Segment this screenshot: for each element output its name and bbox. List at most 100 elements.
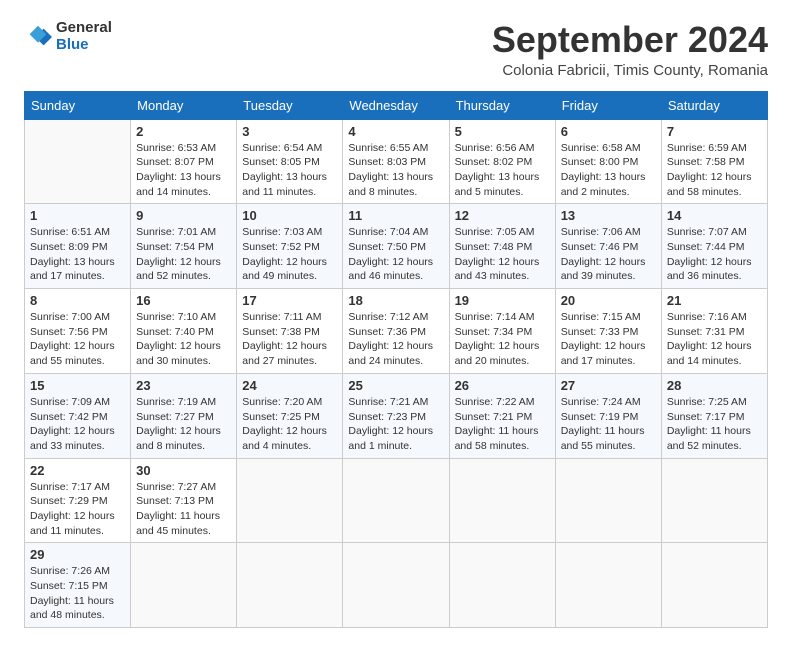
day-info: Sunrise: 7:10 AMSunset: 7:40 PMDaylight:…: [136, 310, 231, 369]
table-cell: 11 Sunrise: 7:04 AMSunset: 7:50 PMDaylig…: [343, 204, 449, 289]
day-info: Sunrise: 7:01 AMSunset: 7:54 PMDaylight:…: [136, 225, 231, 284]
day-info: Sunrise: 7:21 AMSunset: 7:23 PMDaylight:…: [348, 395, 443, 454]
table-cell: 1 Sunrise: 6:51 AMSunset: 8:09 PMDayligh…: [25, 204, 131, 289]
empty-cell: [449, 543, 555, 628]
day-info: Sunrise: 6:58 AMSunset: 8:00 PMDaylight:…: [561, 141, 656, 200]
location-subtitle: Colonia Fabricii, Timis County, Romania: [492, 62, 768, 79]
day-number: 21: [667, 293, 762, 308]
table-cell: 28 Sunrise: 7:25 AMSunset: 7:17 PMDaylig…: [661, 373, 767, 458]
table-cell: 7 Sunrise: 6:59 AMSunset: 7:58 PMDayligh…: [661, 119, 767, 204]
day-number: 19: [455, 293, 550, 308]
day-info: Sunrise: 7:11 AMSunset: 7:38 PMDaylight:…: [242, 310, 337, 369]
logo-text: General Blue: [56, 20, 112, 53]
table-row: 22 Sunrise: 7:17 AMSunset: 7:29 PMDaylig…: [25, 458, 768, 543]
day-number: 3: [242, 124, 337, 139]
table-cell: 24 Sunrise: 7:20 AMSunset: 7:25 PMDaylig…: [237, 373, 343, 458]
day-number: 8: [30, 293, 125, 308]
day-info: Sunrise: 6:54 AMSunset: 8:05 PMDaylight:…: [242, 141, 337, 200]
day-info: Sunrise: 6:59 AMSunset: 7:58 PMDaylight:…: [667, 141, 762, 200]
day-number: 14: [667, 208, 762, 223]
col-friday: Friday: [555, 91, 661, 119]
table-cell: 15 Sunrise: 7:09 AMSunset: 7:42 PMDaylig…: [25, 373, 131, 458]
day-info: Sunrise: 7:17 AMSunset: 7:29 PMDaylight:…: [30, 480, 125, 539]
day-number: 28: [667, 378, 762, 393]
day-number: 6: [561, 124, 656, 139]
table-cell: 19 Sunrise: 7:14 AMSunset: 7:34 PMDaylig…: [449, 289, 555, 374]
day-info: Sunrise: 7:24 AMSunset: 7:19 PMDaylight:…: [561, 395, 656, 454]
table-cell: 26 Sunrise: 7:22 AMSunset: 7:21 PMDaylig…: [449, 373, 555, 458]
day-number: 1: [30, 208, 125, 223]
table-cell: 8 Sunrise: 7:00 AMSunset: 7:56 PMDayligh…: [25, 289, 131, 374]
table-cell: 14 Sunrise: 7:07 AMSunset: 7:44 PMDaylig…: [661, 204, 767, 289]
table-cell: 29 Sunrise: 7:26 AMSunset: 7:15 PMDaylig…: [25, 543, 131, 628]
day-number: 24: [242, 378, 337, 393]
day-info: Sunrise: 7:14 AMSunset: 7:34 PMDaylight:…: [455, 310, 550, 369]
day-number: 13: [561, 208, 656, 223]
col-wednesday: Wednesday: [343, 91, 449, 119]
logo-icon: [24, 23, 52, 51]
logo-general: General: [56, 20, 112, 37]
table-cell: 9 Sunrise: 7:01 AMSunset: 7:54 PMDayligh…: [131, 204, 237, 289]
table-cell: 6 Sunrise: 6:58 AMSunset: 8:00 PMDayligh…: [555, 119, 661, 204]
empty-cell: [555, 543, 661, 628]
table-cell: 13 Sunrise: 7:06 AMSunset: 7:46 PMDaylig…: [555, 204, 661, 289]
day-number: 4: [348, 124, 443, 139]
day-number: 15: [30, 378, 125, 393]
day-info: Sunrise: 7:09 AMSunset: 7:42 PMDaylight:…: [30, 395, 125, 454]
day-info: Sunrise: 6:53 AMSunset: 8:07 PMDaylight:…: [136, 141, 231, 200]
day-info: Sunrise: 7:20 AMSunset: 7:25 PMDaylight:…: [242, 395, 337, 454]
day-info: Sunrise: 6:51 AMSunset: 8:09 PMDaylight:…: [30, 225, 125, 284]
day-number: 27: [561, 378, 656, 393]
day-info: Sunrise: 7:04 AMSunset: 7:50 PMDaylight:…: [348, 225, 443, 284]
logo-blue: Blue: [56, 37, 112, 54]
empty-cell: [661, 458, 767, 543]
empty-cell: [449, 458, 555, 543]
day-number: 5: [455, 124, 550, 139]
day-number: 2: [136, 124, 231, 139]
table-cell: 18 Sunrise: 7:12 AMSunset: 7:36 PMDaylig…: [343, 289, 449, 374]
day-info: Sunrise: 7:12 AMSunset: 7:36 PMDaylight:…: [348, 310, 443, 369]
empty-cell: [343, 458, 449, 543]
table-cell: 17 Sunrise: 7:11 AMSunset: 7:38 PMDaylig…: [237, 289, 343, 374]
table-cell: 21 Sunrise: 7:16 AMSunset: 7:31 PMDaylig…: [661, 289, 767, 374]
month-year-title: September 2024: [492, 20, 768, 60]
table-cell: 2 Sunrise: 6:53 AMSunset: 8:07 PMDayligh…: [131, 119, 237, 204]
day-info: Sunrise: 7:16 AMSunset: 7:31 PMDaylight:…: [667, 310, 762, 369]
table-cell: 20 Sunrise: 7:15 AMSunset: 7:33 PMDaylig…: [555, 289, 661, 374]
table-row: 2 Sunrise: 6:53 AMSunset: 8:07 PMDayligh…: [25, 119, 768, 204]
day-number: 23: [136, 378, 231, 393]
day-info: Sunrise: 6:55 AMSunset: 8:03 PMDaylight:…: [348, 141, 443, 200]
day-number: 16: [136, 293, 231, 308]
empty-cell: [237, 458, 343, 543]
day-info: Sunrise: 6:56 AMSunset: 8:02 PMDaylight:…: [455, 141, 550, 200]
day-number: 29: [30, 547, 125, 562]
day-number: 11: [348, 208, 443, 223]
day-number: 7: [667, 124, 762, 139]
day-number: 26: [455, 378, 550, 393]
table-row: 1 Sunrise: 6:51 AMSunset: 8:09 PMDayligh…: [25, 204, 768, 289]
col-thursday: Thursday: [449, 91, 555, 119]
table-cell: 27 Sunrise: 7:24 AMSunset: 7:19 PMDaylig…: [555, 373, 661, 458]
table-cell: 5 Sunrise: 6:56 AMSunset: 8:02 PMDayligh…: [449, 119, 555, 204]
empty-cell: [25, 119, 131, 204]
empty-cell: [237, 543, 343, 628]
header: General Blue September 2024 Colonia Fabr…: [24, 20, 768, 79]
day-info: Sunrise: 7:05 AMSunset: 7:48 PMDaylight:…: [455, 225, 550, 284]
day-number: 30: [136, 463, 231, 478]
table-cell: 4 Sunrise: 6:55 AMSunset: 8:03 PMDayligh…: [343, 119, 449, 204]
table-cell: 30 Sunrise: 7:27 AMSunset: 7:13 PMDaylig…: [131, 458, 237, 543]
col-tuesday: Tuesday: [237, 91, 343, 119]
day-number: 22: [30, 463, 125, 478]
day-number: 20: [561, 293, 656, 308]
table-row: 29 Sunrise: 7:26 AMSunset: 7:15 PMDaylig…: [25, 543, 768, 628]
day-info: Sunrise: 7:00 AMSunset: 7:56 PMDaylight:…: [30, 310, 125, 369]
table-cell: 25 Sunrise: 7:21 AMSunset: 7:23 PMDaylig…: [343, 373, 449, 458]
day-number: 17: [242, 293, 337, 308]
table-cell: 3 Sunrise: 6:54 AMSunset: 8:05 PMDayligh…: [237, 119, 343, 204]
day-info: Sunrise: 7:27 AMSunset: 7:13 PMDaylight:…: [136, 480, 231, 539]
empty-cell: [555, 458, 661, 543]
day-info: Sunrise: 7:22 AMSunset: 7:21 PMDaylight:…: [455, 395, 550, 454]
day-number: 12: [455, 208, 550, 223]
table-row: 15 Sunrise: 7:09 AMSunset: 7:42 PMDaylig…: [25, 373, 768, 458]
table-cell: 10 Sunrise: 7:03 AMSunset: 7:52 PMDaylig…: [237, 204, 343, 289]
